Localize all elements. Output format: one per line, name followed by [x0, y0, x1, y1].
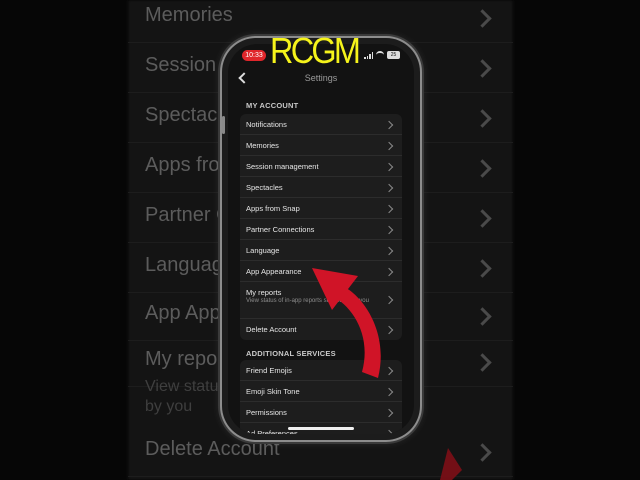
chevron-right-icon — [384, 120, 394, 130]
chevron-right-icon — [384, 325, 394, 335]
settings-row-label: Partner Connections — [246, 225, 315, 234]
settings-row-label: Spectacles — [246, 183, 283, 192]
settings-row-label: Memories — [246, 141, 279, 150]
page-title: Settings — [304, 73, 338, 83]
settings-row-spectacles[interactable]: Spectacles — [240, 177, 402, 198]
phone-screen: 10:33 25 Settings MY ACCOUNT Notificatio… — [228, 44, 414, 434]
phone-frame: 10:33 25 Settings MY ACCOUNT Notificatio… — [222, 38, 420, 440]
settings-row-emoji-skin-tone[interactable]: Emoji Skin Tone — [240, 381, 402, 402]
settings-row-delete-account[interactable]: Delete Account — [240, 319, 402, 340]
background-divider — [128, 476, 513, 477]
brand-watermark: RCGM — [270, 30, 361, 71]
settings-row-label: Emoji Skin Tone — [246, 387, 300, 396]
chevron-right-icon — [384, 366, 394, 376]
background-row-label: Memories — [145, 4, 233, 26]
chevron-right-icon — [384, 408, 394, 418]
settings-row-memories[interactable]: Memories — [240, 135, 402, 156]
settings-row-label: App Appearance — [246, 267, 302, 276]
signal-icon — [364, 51, 373, 59]
chevron-right-icon — [384, 162, 394, 172]
settings-row-session-management[interactable]: Session management — [240, 156, 402, 177]
additional-services-group: Friend Emojis Emoji Skin Tone Permissions A… — [240, 360, 402, 434]
status-time: 10:33 — [242, 50, 266, 61]
background-sub-text: by you — [145, 398, 193, 415]
chevron-right-icon — [384, 183, 394, 193]
settings-row-label: Session management — [246, 162, 319, 171]
settings-row-friend-emojis[interactable]: Friend Emojis — [240, 360, 402, 381]
settings-row-apps-from-snap[interactable]: Apps from Snap — [240, 198, 402, 219]
settings-row-my-reports[interactable]: My reports View status of in-app reports … — [240, 282, 402, 319]
chevron-right-icon — [384, 267, 394, 277]
settings-row-app-appearance[interactable]: App Appearance — [240, 261, 402, 282]
settings-row-label: Language — [246, 246, 280, 255]
background-right-shade — [513, 0, 640, 480]
chevron-right-icon — [384, 141, 394, 151]
settings-row-label: Friend Emojis — [246, 366, 292, 375]
settings-row-description: View status of in-app reports submitted … — [246, 298, 369, 304]
settings-row-permissions[interactable]: Permissions — [240, 402, 402, 423]
chevron-right-icon — [384, 387, 394, 397]
home-indicator — [288, 427, 354, 430]
my-account-group: Notifications Memories Session management S… — [240, 114, 402, 340]
battery-icon: 25 — [387, 51, 400, 59]
section-title-additional-services: ADDITIONAL SERVICES — [246, 349, 336, 358]
phone-side-button — [222, 116, 225, 134]
settings-row-notifications[interactable]: Notifications — [240, 114, 402, 135]
chevron-right-icon — [384, 429, 394, 434]
background-left-shade — [0, 0, 128, 480]
wifi-icon — [376, 51, 384, 59]
settings-row-label: Delete Account — [246, 325, 297, 334]
section-title-my-account: MY ACCOUNT — [246, 101, 299, 110]
settings-row-label: Permissions — [246, 408, 287, 417]
settings-row-label: Apps from Snap — [246, 204, 300, 213]
settings-row-label: My reports — [246, 288, 282, 297]
background-row-label: Delete Account — [145, 438, 280, 460]
chevron-right-icon — [384, 204, 394, 214]
status-icons: 25 — [364, 51, 400, 59]
chevron-right-icon — [384, 246, 394, 256]
settings-row-language[interactable]: Language — [240, 240, 402, 261]
chevron-right-icon — [384, 295, 394, 305]
settings-row-partner-connections[interactable]: Partner Connections — [240, 219, 402, 240]
settings-row-label: Notifications — [246, 120, 287, 129]
chevron-right-icon — [384, 225, 394, 235]
background-row-label: Language — [145, 254, 234, 276]
